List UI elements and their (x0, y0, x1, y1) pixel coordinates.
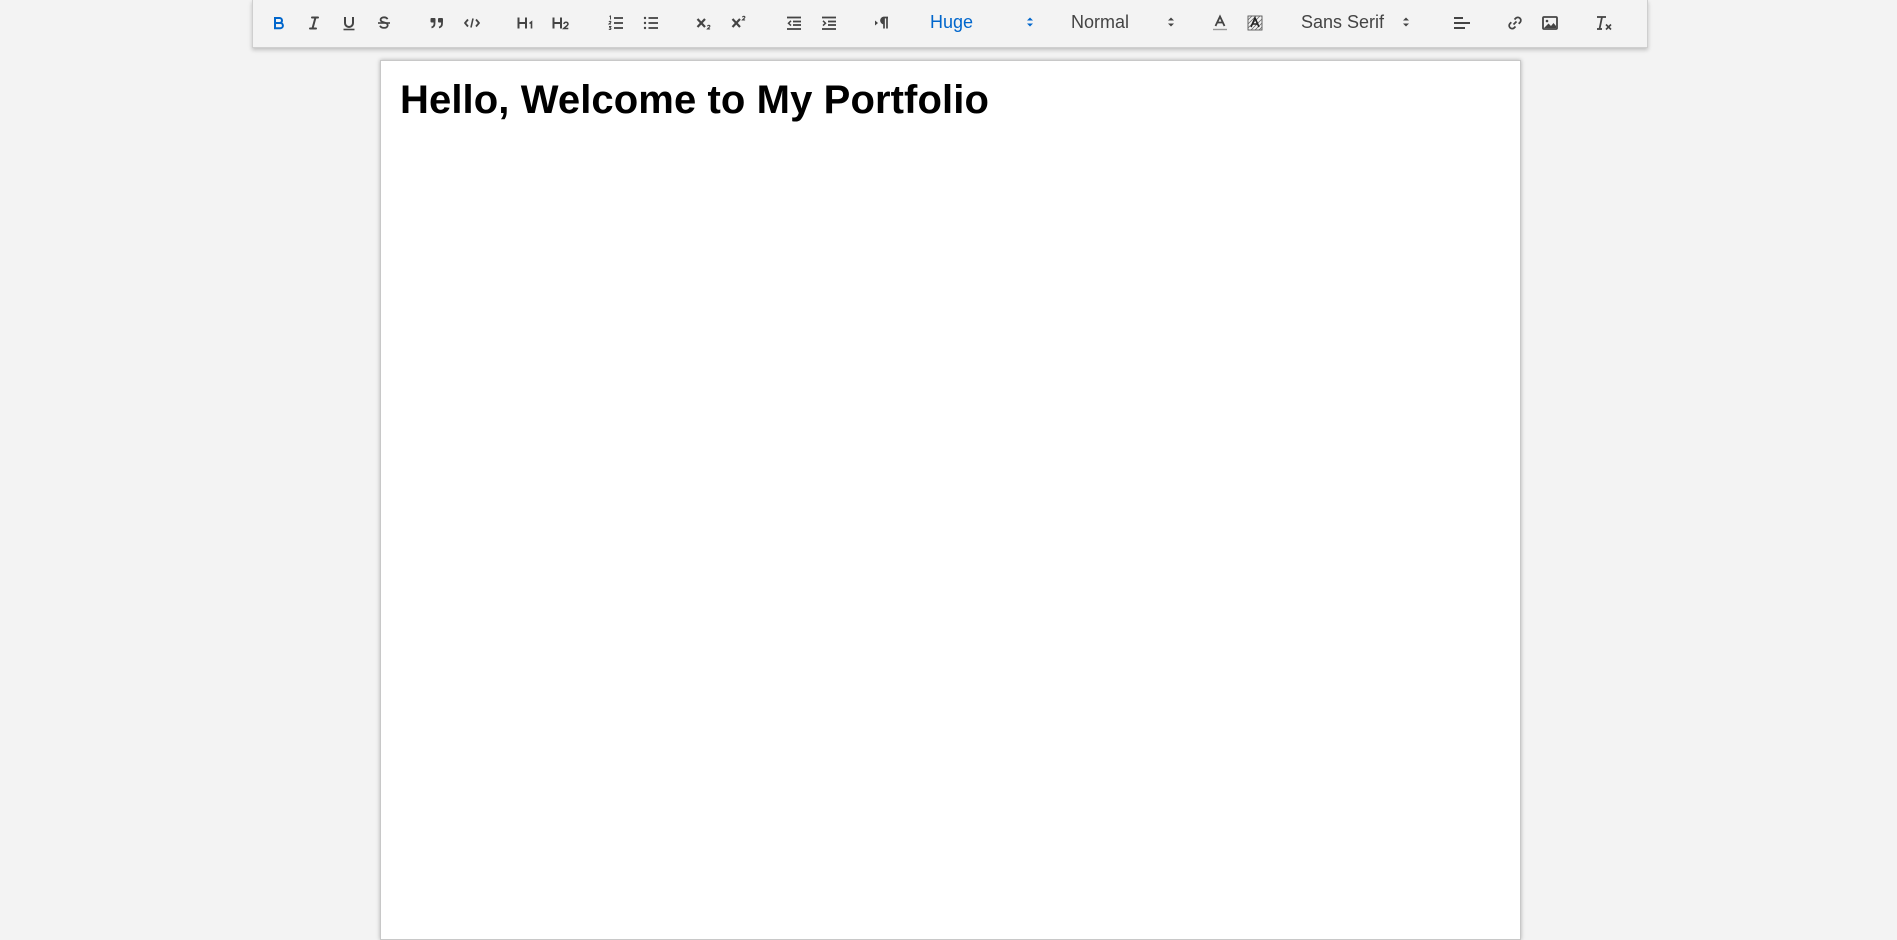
size-picker[interactable]: Huge (930, 9, 1035, 35)
header-1-button[interactable] (513, 10, 539, 36)
image-button[interactable] (1537, 10, 1563, 36)
code-icon (464, 18, 480, 28)
blockquote-button[interactable] (424, 10, 450, 36)
outdent-button[interactable] (781, 10, 807, 36)
editor-content-area[interactable]: Hello, Welcome to My Portfolio (380, 60, 1521, 940)
header-picker[interactable]: Normal (1071, 9, 1176, 35)
ordered-list-icon (607, 15, 623, 31)
italic-icon (309, 16, 319, 30)
text-direction-icon (875, 16, 888, 29)
bullet-list-button[interactable] (638, 10, 664, 36)
align-button[interactable] (1449, 10, 1475, 36)
indent-icon (822, 16, 836, 30)
header-picker-arrows-icon (1168, 17, 1174, 27)
underline-button[interactable] (336, 10, 362, 36)
italic-button[interactable] (301, 10, 327, 36)
superscript-button[interactable] (727, 10, 753, 36)
clean-button[interactable] (1591, 10, 1617, 36)
strikethrough-icon (378, 16, 390, 29)
font-picker[interactable]: Sans Serif (1301, 9, 1411, 35)
subscript-icon (696, 18, 711, 30)
indent-button[interactable] (816, 10, 842, 36)
superscript-icon (731, 15, 746, 28)
document-heading[interactable]: Hello, Welcome to My Portfolio (400, 78, 989, 123)
text-direction-button[interactable] (870, 10, 896, 36)
bold-button[interactable] (266, 10, 292, 36)
bold-icon (274, 17, 284, 30)
font-color-button[interactable] (1207, 10, 1233, 36)
quote-icon (430, 18, 443, 29)
bullet-list-icon (643, 16, 658, 30)
background-color-button[interactable] (1242, 10, 1268, 36)
link-icon (1508, 16, 1522, 30)
align-left-icon (1454, 17, 1470, 29)
underline-icon (343, 17, 355, 31)
code-block-button[interactable] (459, 10, 485, 36)
ordered-list-button[interactable] (603, 10, 629, 36)
image-icon (1542, 16, 1558, 30)
font-color-icon (1213, 14, 1227, 31)
background-color-icon (1247, 15, 1263, 31)
link-button[interactable] (1502, 10, 1528, 36)
header-2-button[interactable] (548, 10, 574, 36)
h1-icon (517, 17, 533, 29)
size-picker-arrows-icon (1027, 17, 1033, 27)
header-picker-label: Normal (1071, 11, 1130, 32)
subscript-button[interactable] (692, 10, 718, 36)
h2-icon (552, 17, 569, 30)
strike-button[interactable] (371, 10, 397, 36)
editor-toolbar: Huge Normal Sans Serif (252, 0, 1648, 48)
size-picker-label: Huge (930, 11, 974, 32)
font-picker-arrows-icon (1403, 17, 1409, 27)
outdent-icon (787, 16, 801, 30)
font-picker-label: Sans Serif (1301, 11, 1385, 32)
clear-formatting-icon (1597, 16, 1612, 31)
